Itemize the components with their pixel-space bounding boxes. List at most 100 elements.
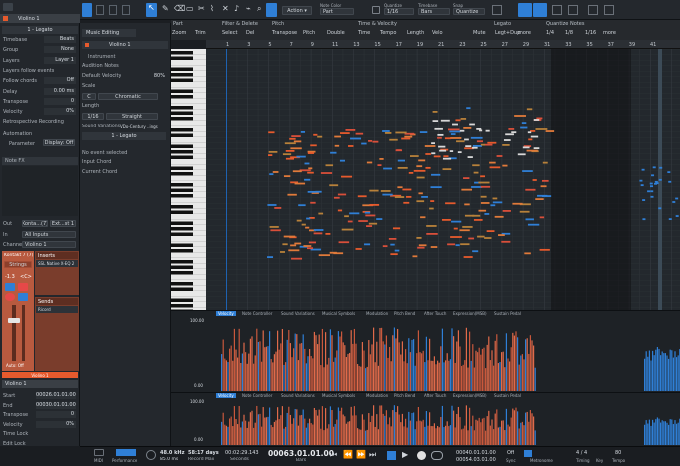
velocity-bar[interactable] [283, 364, 285, 391]
group-button[interactable]: 1/16 [585, 30, 596, 36]
channel-value[interactable]: Violino 1 [22, 241, 76, 248]
velocity-bar[interactable] [473, 367, 475, 391]
velocity-bar[interactable] [366, 366, 368, 391]
velocity-bar[interactable] [345, 423, 347, 445]
velocity-bar[interactable] [339, 410, 341, 445]
velocity-bar[interactable] [523, 359, 525, 391]
lane-tab[interactable]: After Touch [424, 311, 446, 316]
velocity-bar[interactable] [361, 342, 363, 391]
snap-icon[interactable] [492, 5, 502, 15]
black-key[interactable] [171, 227, 193, 231]
velocity-bar[interactable] [357, 364, 359, 391]
inspector-row-value[interactable]: 0% [44, 108, 76, 116]
velocity-bar[interactable] [225, 360, 227, 391]
velocity-bar[interactable] [288, 406, 290, 445]
velocity-bar[interactable] [421, 421, 423, 445]
rewind-start-icon[interactable]: ⏮ [330, 450, 337, 460]
black-key[interactable] [171, 221, 193, 226]
view-icon-1[interactable] [518, 3, 532, 17]
velocity-bar[interactable] [533, 345, 535, 391]
toolbar-icon-3[interactable] [122, 5, 130, 15]
velocity-bar[interactable] [409, 420, 411, 445]
velocity-bar[interactable] [281, 406, 283, 445]
velocity-bar[interactable] [660, 355, 662, 391]
velocity-bar[interactable] [486, 416, 488, 445]
velocity-bar[interactable] [302, 334, 304, 391]
velocity-bar[interactable] [305, 363, 307, 391]
velocity-bar[interactable] [653, 355, 655, 391]
group-button[interactable]: more [603, 30, 616, 36]
velocity-bar[interactable] [499, 426, 501, 445]
velocity-bar[interactable] [652, 419, 654, 445]
velocity-bar[interactable] [246, 427, 248, 445]
velocity-bar[interactable] [278, 349, 280, 391]
scale-key[interactable]: C [82, 93, 96, 100]
velocity-bar[interactable] [241, 421, 243, 445]
scale-type[interactable]: Chromatic [98, 93, 158, 100]
velocity-bar[interactable] [456, 341, 458, 391]
velocity-bar[interactable] [529, 410, 531, 445]
lane-tab[interactable]: Note Controller [242, 393, 272, 398]
velocity-bar[interactable] [312, 358, 314, 391]
listen-tool-icon[interactable]: ♪ [234, 4, 239, 13]
velocity-bar[interactable] [381, 327, 383, 391]
event-row-value[interactable]: 0% [36, 420, 76, 428]
velocity-bar[interactable] [440, 346, 442, 391]
velocity-bar[interactable] [305, 427, 307, 445]
forward-end-icon[interactable]: ⏭ [369, 450, 376, 460]
velocity-bar[interactable] [648, 350, 650, 391]
velocity-bar[interactable] [413, 339, 415, 391]
velocity-bar[interactable] [435, 428, 437, 445]
send-item[interactable]: Ricord [36, 306, 78, 313]
black-key[interactable] [171, 128, 193, 132]
velocity-bar[interactable] [520, 355, 522, 391]
velocity-bar[interactable] [669, 419, 671, 445]
velocity-bar[interactable] [660, 422, 662, 445]
group-button[interactable]: 1/4 [546, 30, 554, 36]
velocity-bar[interactable] [385, 335, 387, 391]
velocity-bar[interactable] [475, 419, 477, 445]
velocity-bar[interactable] [286, 339, 288, 391]
velocity-bar[interactable] [671, 419, 673, 445]
velocity-bar[interactable] [461, 366, 463, 391]
velocity-bar[interactable] [309, 349, 311, 391]
velocity-bar[interactable] [336, 350, 338, 391]
lane-tab[interactable]: Expression(MSB) [453, 393, 487, 398]
velocity-bar[interactable] [485, 368, 487, 391]
velocity-bar[interactable] [518, 428, 520, 445]
velocity-bar[interactable] [235, 349, 237, 391]
velocity-bar[interactable] [647, 423, 649, 445]
velocity-bar[interactable] [374, 362, 376, 391]
inspector-row-value[interactable] [44, 118, 76, 125]
velocity-bar[interactable] [653, 422, 655, 445]
velocity-bar[interactable] [248, 353, 250, 391]
velocity-bar[interactable] [526, 338, 528, 391]
velocity-bar[interactable] [315, 410, 317, 445]
group-button[interactable]: Del [246, 30, 254, 36]
in-value[interactable]: All Inputs [22, 231, 76, 238]
velocity-bar[interactable] [281, 328, 283, 391]
velocity-bar[interactable] [233, 328, 235, 391]
velocity-bar[interactable] [301, 414, 303, 445]
velocity-bar[interactable] [310, 423, 312, 445]
velocity-bar[interactable] [528, 353, 530, 391]
velocity-bar[interactable] [663, 421, 665, 445]
lane-tab[interactable]: Velocity [216, 393, 236, 398]
velocity-bar[interactable] [377, 429, 379, 445]
velocity-bar[interactable] [366, 429, 368, 445]
velocity-bar[interactable] [369, 354, 371, 391]
velocity-bar[interactable] [424, 426, 426, 445]
range-tool-icon[interactable]: ▭ [186, 4, 194, 13]
note-fx-header[interactable]: Note FX [2, 157, 78, 165]
velocity-bar[interactable] [409, 352, 411, 391]
lane-tab[interactable]: Sustain Pedal [494, 393, 521, 398]
rewind-icon[interactable]: ⏪ [343, 450, 353, 459]
velocity-bar[interactable] [437, 425, 439, 445]
black-key[interactable] [171, 194, 193, 198]
velocity-bar[interactable] [344, 416, 346, 445]
velocity-bar[interactable] [408, 338, 410, 391]
velocity-bar[interactable] [494, 413, 496, 445]
velocity-bar[interactable] [523, 425, 525, 445]
velocity-bar[interactable] [422, 419, 424, 445]
velocity-bar[interactable] [672, 357, 674, 391]
